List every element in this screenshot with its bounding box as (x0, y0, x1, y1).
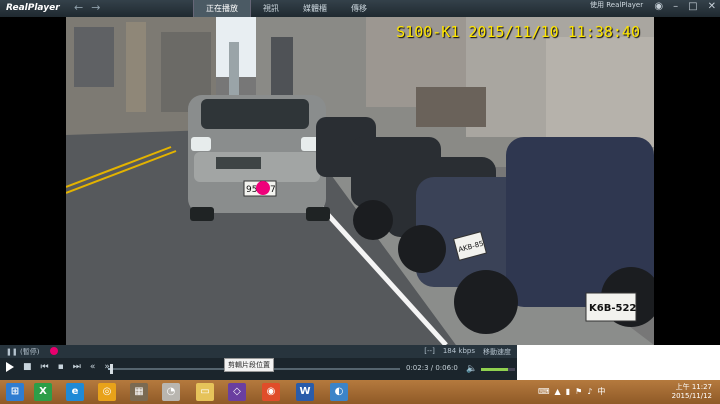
tab-library[interactable]: 媒體櫃 (291, 0, 339, 17)
next-icon[interactable]: ⏭ (73, 362, 81, 372)
network-icon[interactable]: ▮ (566, 387, 570, 396)
seek-knob[interactable] (110, 364, 113, 374)
volume-control: 🔈 (466, 364, 516, 374)
video-player: 95 7 AKB-85 K6B-522 S100-K1 2015/11/10 1… (0, 17, 720, 345)
maximize-icon[interactable]: □ (688, 1, 697, 12)
keyboard-icon[interactable]: ⌨ (538, 387, 550, 396)
car-plate-number: 95 (246, 185, 257, 195)
window-controls: ◉ – □ ✕ (654, 1, 716, 12)
system-tray: ⌨ ▲ ▮ ⚑ ♪ 中 (538, 386, 605, 397)
dashcam-timestamp-overlay: S100-K1 2015/11/10 11:38:40 (396, 23, 640, 41)
tab-now-playing[interactable]: 正在播放 (193, 0, 251, 17)
volume-slider[interactable] (481, 367, 516, 371)
pause-status: ❚❚ (暫停) (6, 348, 40, 356)
nav-arrows: ←→ (74, 1, 108, 14)
time-display: 0:02:3 / 0:06:0 (406, 364, 458, 372)
taskbar-clock[interactable]: 上午 11:27 2015/11/12 (672, 383, 712, 401)
minimize-icon[interactable]: – (673, 1, 678, 12)
status-right: [--] 184 kbps 移動速度 (424, 347, 511, 357)
stop-square-icon[interactable]: ▪ (58, 362, 64, 372)
tray-arrow-icon[interactable]: ▲ (555, 387, 561, 396)
app-icon[interactable]: ◇ (228, 383, 246, 401)
media-icon[interactable]: ◎ (98, 383, 116, 401)
tab-transfer[interactable]: 傳移 (339, 0, 379, 17)
realplayer-taskbar-icon[interactable]: ◐ (330, 383, 348, 401)
tab-video[interactable]: 視訊 (251, 0, 291, 17)
street-scene: 95 7 AKB-85 K6B-522 (66, 17, 654, 345)
speaker-icon[interactable]: 🔈 (466, 364, 477, 374)
speed-button[interactable]: 移動速度 (483, 347, 511, 357)
car-plate-suffix: 7 (270, 185, 276, 195)
title-bar: RealPlayer ←→ 正在播放 視訊 媒體櫃 傳移 使用 RealPlay… (0, 0, 720, 17)
video-frame[interactable]: 95 7 AKB-85 K6B-522 S100-K1 2015/11/10 1… (66, 17, 654, 345)
realplayer-logo[interactable]: RealPlayer (6, 3, 60, 13)
flag-icon[interactable]: ⚑ (575, 387, 582, 396)
volume-tray-icon[interactable]: ♪ (587, 387, 592, 396)
excel-icon[interactable]: X (34, 383, 52, 401)
pink-marker (256, 181, 270, 195)
previous-icon[interactable]: ⏮ (41, 362, 49, 372)
bitrate-text: 184 kbps (442, 347, 475, 355)
eye-icon[interactable]: ◉ (654, 1, 663, 12)
close-icon[interactable]: ✕ (708, 1, 716, 12)
forward-arrow-icon[interactable]: → (91, 1, 108, 14)
back-arrow-icon[interactable]: ← (74, 1, 91, 14)
clip-position-tooltip: 剪輯片段位置 (224, 358, 274, 372)
status-bracket: [--] (424, 347, 435, 355)
pause-icon[interactable]: ❚❚ (6, 348, 18, 356)
stop-icon[interactable]: ■ (23, 362, 32, 372)
brand-text: 使用 RealPlayer (590, 1, 644, 9)
ime-indicator[interactable]: 中 (597, 386, 605, 397)
folder-icon[interactable]: ▭ (196, 383, 214, 401)
status-bar: ❚❚ (暫停) [--] 184 kbps 移動速度 (0, 345, 517, 358)
disc-icon[interactable]: ◔ (162, 383, 180, 401)
ie-icon[interactable]: e (66, 383, 84, 401)
volume-fill (481, 367, 509, 371)
start-icon[interactable]: ⊞ (6, 383, 24, 401)
blank-panel (517, 345, 720, 380)
word-icon[interactable]: W (296, 383, 314, 401)
pink-marker-dot (50, 347, 58, 355)
play-icon[interactable] (6, 362, 14, 372)
scooter-plate-2: K6B-522 (589, 303, 636, 314)
scanner-icon[interactable]: ▦ (130, 383, 148, 401)
windows-taskbar: ⊞ X e ◎ ▦ ◔ ▭ ◇ ◉ W ◐ ⌨ ▲ ▮ ⚑ ♪ 中 上午 11:… (0, 380, 720, 404)
main-tabs: 正在播放 視訊 媒體櫃 傳移 (193, 0, 379, 17)
transport-buttons: ■ ⏮ ▪ ⏭ « » (6, 362, 110, 372)
chrome-icon[interactable]: ◉ (262, 383, 280, 401)
rewind-icon[interactable]: « (90, 362, 96, 372)
